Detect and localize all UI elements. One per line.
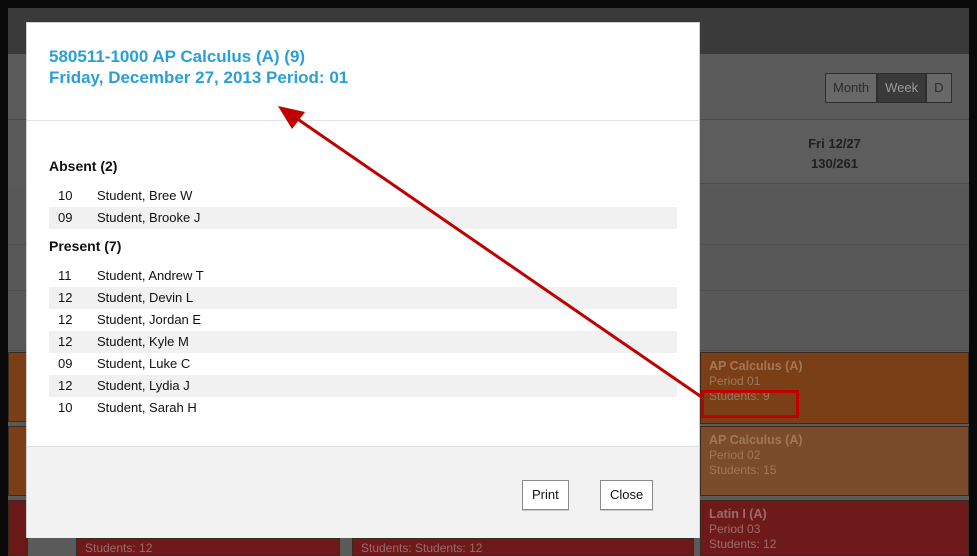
tile-title: AP Calculus (A)	[709, 433, 803, 447]
window-frame	[969, 0, 977, 556]
student-row: 12 Student, Kyle M	[49, 331, 677, 353]
tile-title: Latin I (A)	[709, 507, 767, 521]
tile-students: Students: 12	[709, 537, 777, 551]
student-name: Student, Sarah H	[97, 400, 197, 415]
window-frame	[0, 0, 8, 556]
student-name: Student, Luke C	[97, 356, 191, 371]
student-row: 10 Student, Bree W	[49, 185, 677, 207]
view-toggle: Month Week D	[825, 73, 952, 103]
student-grade: 12	[58, 334, 73, 349]
week-view-button[interactable]: Week	[877, 73, 927, 103]
present-heading: Present (7)	[49, 238, 122, 254]
dialog-title-date: Friday, December 27, 2013 Period: 01	[49, 68, 349, 87]
tile-students: Students: 12	[85, 541, 153, 555]
tile-title: AP Calculus (A)	[709, 359, 803, 373]
tile-period: Period 01	[709, 374, 761, 388]
tile-students: Students: 15	[709, 463, 777, 477]
tile-period: Period 02	[709, 448, 761, 462]
student-row: 11 Student, Andrew T	[49, 265, 677, 287]
student-grade: 12	[58, 378, 73, 393]
student-name: Student, Kyle M	[97, 334, 189, 349]
attendance-dialog: 580511-1000 AP Calculus (A) (9) Friday, …	[26, 22, 700, 538]
student-name: Student, Jordan E	[97, 312, 202, 327]
student-grade: 10	[58, 400, 73, 415]
dialog-footer: Print Close	[27, 446, 699, 538]
student-row: 10 Student, Sarah H	[49, 397, 677, 419]
student-row: 09 Student, Brooke J	[49, 207, 677, 229]
student-row: 12 Student, Devin L	[49, 287, 677, 309]
absent-list: 10 Student, Bree W 09 Student, Brooke J	[49, 185, 677, 229]
dialog-title-course: 580511-1000 AP Calculus (A) (9)	[49, 47, 306, 66]
class-tile-ap-calculus-period-02[interactable]: AP Calculus (A) Period 02 Students: 15	[700, 426, 969, 496]
tile-period: Period 03	[709, 522, 761, 536]
class-tile[interactable]	[8, 426, 28, 496]
day-view-button[interactable]: D	[926, 73, 952, 103]
student-grade: 09	[58, 356, 73, 371]
tile-students: Students: Students: 12	[361, 541, 483, 555]
student-row: 12 Student, Lydia J	[49, 375, 677, 397]
student-name: Student, Andrew T	[97, 268, 204, 283]
absent-heading: Absent (2)	[49, 158, 118, 174]
student-grade: 11	[58, 268, 72, 283]
student-name: Student, Brooke J	[97, 210, 201, 225]
close-button[interactable]: Close	[600, 480, 654, 510]
student-grade: 12	[58, 290, 73, 305]
day-column-header[interactable]: Fri 12/27 130/261	[700, 120, 969, 184]
class-tile[interactable]	[8, 352, 28, 422]
class-tile[interactable]	[8, 500, 28, 556]
window-frame	[0, 0, 977, 8]
student-grade: 09	[58, 210, 73, 225]
month-view-button[interactable]: Month	[825, 73, 878, 103]
student-name: Student, Lydia J	[97, 378, 190, 393]
class-tile-latin-period-03[interactable]: Latin I (A) Period 03 Students: 12	[700, 500, 969, 556]
class-tile[interactable]: Students: Students: 12	[352, 538, 694, 556]
dialog-body: Absent (2) 10 Student, Bree W 09 Student…	[27, 121, 699, 419]
student-name: Student, Devin L	[97, 290, 194, 305]
present-list: 11 Student, Andrew T 12 Student, Devin L…	[49, 265, 677, 419]
student-row: 09 Student, Luke C	[49, 353, 677, 375]
print-button[interactable]: Print	[522, 480, 569, 510]
student-grade: 10	[58, 188, 73, 203]
day-header-count: 130/261	[811, 156, 858, 171]
student-name: Student, Bree W	[97, 188, 193, 203]
student-row: 12 Student, Jordan E	[49, 309, 677, 331]
dialog-header: 580511-1000 AP Calculus (A) (9) Friday, …	[27, 23, 699, 121]
annotation-highlight-box	[701, 390, 799, 418]
day-header-date: Fri 12/27	[808, 136, 861, 151]
student-grade: 12	[58, 312, 73, 327]
class-tile[interactable]: Students: 12	[76, 538, 340, 556]
